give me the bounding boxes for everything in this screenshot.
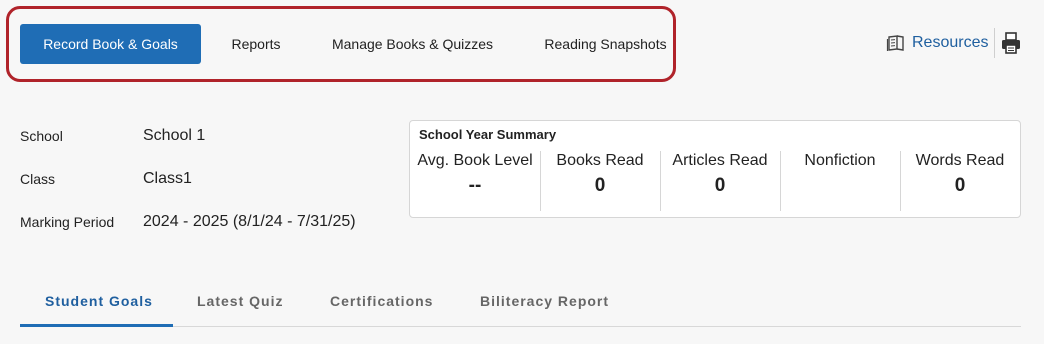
school-label: School	[20, 128, 63, 144]
stat-label: Avg. Book Level	[417, 152, 533, 169]
resources-label: Resources	[912, 34, 989, 51]
stat-value: 0	[714, 175, 726, 196]
marking-period-label: Marking Period	[20, 214, 115, 230]
class-value: Class1	[143, 170, 192, 187]
stat-value: 0	[954, 175, 966, 196]
subtab-biliteracy-report[interactable]: Biliteracy Report	[480, 293, 609, 309]
printer-icon	[1000, 32, 1022, 59]
stat-label: Books Read	[556, 152, 644, 169]
tab-record-book-goals[interactable]: Record Book & Goals	[20, 24, 201, 64]
subtab-certifications[interactable]: Certifications	[330, 293, 433, 309]
subtab-active-indicator	[20, 324, 173, 327]
stat-words-read: Words Read 0	[900, 151, 1020, 197]
school-value: School 1	[143, 127, 206, 144]
class-label: Class	[20, 171, 56, 187]
stat-label: Words Read	[915, 152, 1005, 169]
resources-link[interactable]: Resources	[886, 30, 988, 56]
stat-nonfiction: Nonfiction	[780, 151, 900, 175]
school-year-summary: School Year Summary Avg. Book Level -- B…	[409, 120, 1021, 218]
marking-period-value: 2024 - 2025 (8/1/24 - 7/31/25)	[143, 213, 356, 230]
tab-manage-books-quizzes[interactable]: Manage Books & Quizzes	[322, 24, 503, 64]
tab-reports[interactable]: Reports	[220, 24, 292, 64]
stat-label: Nonfiction	[804, 152, 876, 169]
stat-value: 0	[594, 175, 606, 196]
stat-value: --	[468, 175, 482, 196]
header-divider	[994, 28, 995, 58]
subtab-latest-quiz[interactable]: Latest Quiz	[197, 293, 283, 309]
stat-articles-read: Articles Read 0	[660, 151, 780, 197]
book-icon	[886, 33, 906, 53]
stat-books-read: Books Read 0	[540, 151, 660, 197]
summary-title: School Year Summary	[419, 127, 557, 142]
print-button[interactable]	[1000, 31, 1022, 55]
stat-avg-book-level: Avg. Book Level --	[415, 151, 535, 197]
subtab-student-goals[interactable]: Student Goals	[45, 293, 153, 309]
stat-label: Articles Read	[672, 152, 768, 169]
tab-reading-snapshots[interactable]: Reading Snapshots	[535, 24, 676, 64]
